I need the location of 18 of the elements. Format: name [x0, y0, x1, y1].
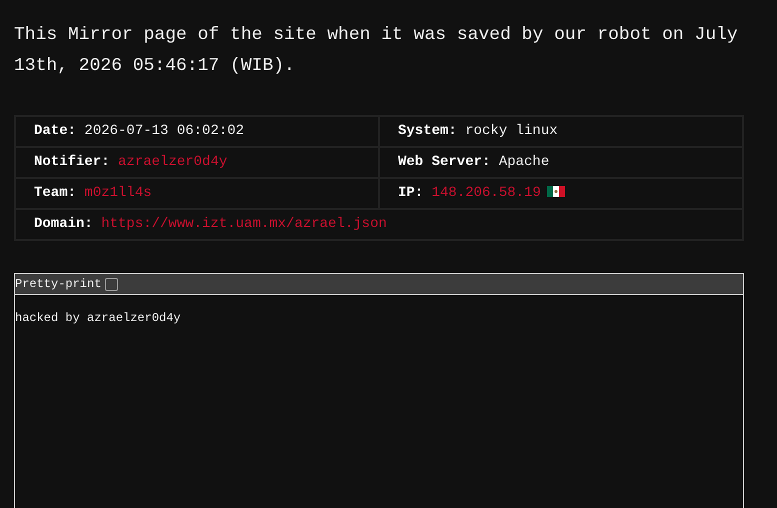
field-label: Notifier:: [34, 154, 110, 170]
field-value: rocky linux: [465, 123, 558, 139]
field-label: Date:: [34, 123, 76, 139]
pretty-print-checkbox[interactable]: [105, 278, 118, 290]
field-value: 2026-07-13 06:02:02: [84, 123, 244, 139]
pretty-print-label: Pretty-print: [15, 276, 102, 293]
field-value: Apache: [498, 154, 550, 170]
field-link[interactable]: azraelzer0d4y: [118, 154, 228, 170]
field-label: Domain:: [34, 216, 93, 232]
field-link[interactable]: https://www.izt.uam.mx/azrael.json: [101, 216, 387, 232]
content-text: hacked by azraelzer0d4y: [15, 310, 182, 327]
field-label: Web Server:: [398, 154, 490, 170]
field-label: Team:: [34, 185, 76, 201]
intro-text: This Mirror page of the site when it was saved by our robot on July 13th, 2026 05:46:17 (WIB).: [14, 24, 739, 78]
field-label: System:: [398, 123, 457, 139]
field-link[interactable]: m0z1ll4s: [84, 185, 152, 201]
field-link[interactable]: 148.206.58.19: [432, 185, 541, 201]
field-label: IP:: [398, 185, 424, 201]
